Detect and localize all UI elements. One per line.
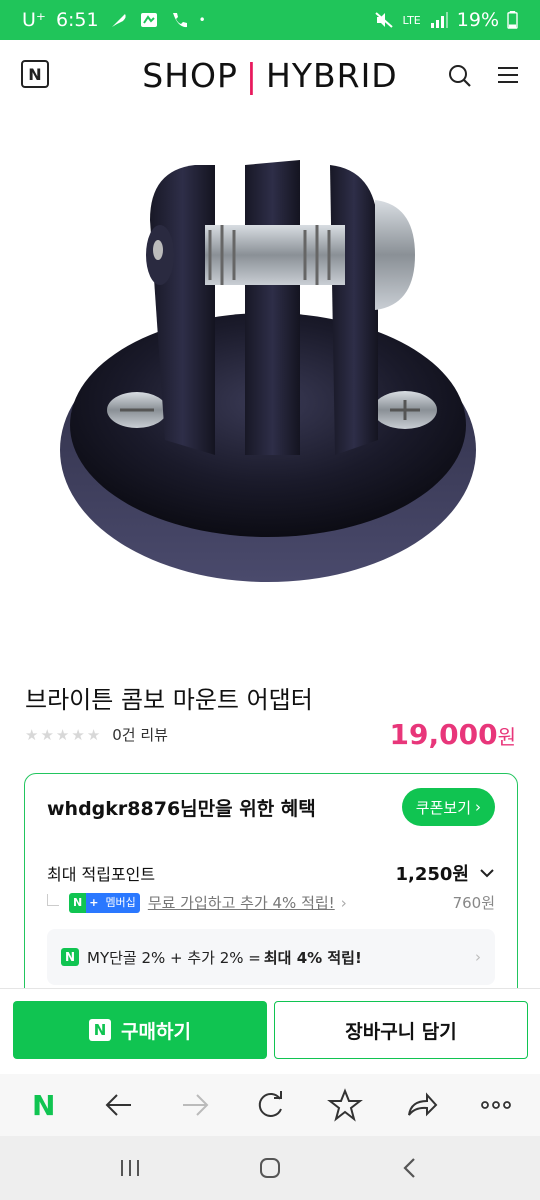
badge-n: N [69, 892, 87, 913]
search-icon[interactable] [448, 64, 472, 88]
rating-row[interactable]: ★ ★ ★ ★ ★ 0건 리뷰 [25, 724, 168, 745]
badge-text: 멤버십 [101, 892, 140, 913]
back-icon[interactable] [390, 1148, 430, 1188]
buy-button[interactable]: N 구매하기 [13, 1001, 267, 1059]
purchase-bar: N 구매하기 장바구니 담기 [0, 988, 540, 1074]
forward-arrow-icon[interactable] [175, 1085, 215, 1125]
naver-home-icon[interactable]: N [24, 1085, 64, 1125]
add-to-cart-button[interactable]: 장바구니 담기 [274, 1001, 528, 1059]
battery-icon [507, 11, 518, 29]
price-unit: 원 [497, 725, 516, 749]
star-icon: ★ [40, 725, 54, 744]
star-icon: ★ [71, 725, 85, 744]
brand-separator: | [245, 56, 259, 95]
dot-icon: • [198, 13, 206, 27]
price-value: 19,000 [389, 718, 498, 751]
carrier-label: U⁺ [22, 9, 46, 31]
share-icon[interactable] [401, 1085, 441, 1125]
time-label: 6:51 [55, 9, 99, 31]
status-bar: U⁺ 6:51 • LTE 19% [0, 0, 540, 40]
points-row[interactable]: 최대 적립포인트 1,250원 [47, 860, 495, 886]
coupon-label: 쿠폰보기 [415, 798, 471, 817]
naver-pay-icon: N [89, 1019, 112, 1041]
signal-icon [430, 12, 448, 28]
back-arrow-icon[interactable] [99, 1085, 139, 1125]
star-icon: ★ [25, 725, 39, 744]
brand-right: HYBRID [266, 56, 398, 95]
membership-points: 760원 [452, 894, 495, 912]
star-icon: ★ [55, 725, 70, 744]
store-header: N SHOP | HYBRID [0, 40, 540, 110]
more-options-icon[interactable] [476, 1085, 516, 1125]
home-icon[interactable] [250, 1148, 290, 1188]
product-image[interactable] [0, 110, 540, 660]
naver-n-icon: N [61, 948, 79, 966]
feather-icon [111, 14, 126, 27]
phone-icon [172, 13, 187, 28]
points-label: 최대 적립포인트 [47, 865, 156, 884]
chevron-right-icon: › [340, 893, 347, 912]
browser-toolbar: N [0, 1074, 540, 1136]
membership-row[interactable]: N + 멤버십 무료 가입하고 추가 4% 적립! › 760원 [47, 892, 495, 913]
review-count[interactable]: 0건 리뷰 [112, 724, 168, 745]
recent-apps-icon[interactable] [110, 1148, 150, 1188]
app-notification-icon [140, 13, 157, 27]
chevron-right-icon: › [475, 948, 481, 966]
star-icon: ★ [86, 725, 101, 744]
battery-label: 19% [456, 9, 499, 31]
brand-left: SHOP [142, 56, 238, 95]
bookmark-star-icon[interactable] [325, 1085, 365, 1125]
buy-label: 구매하기 [121, 1020, 191, 1043]
coupon-button[interactable]: 쿠폰보기 › [401, 788, 495, 826]
mydan-bold: 최대 4% 적립! [263, 948, 362, 967]
benefit-card: whdgkr8876님만을 위한 혜택 쿠폰보기 › 최대 적립포인트 1,25… [24, 773, 518, 1013]
refresh-icon[interactable] [250, 1085, 290, 1125]
mute-icon [375, 12, 394, 28]
membership-signup-link[interactable]: 무료 가입하고 추가 4% 적립! [148, 892, 335, 913]
product-price: 19,000원 [390, 718, 516, 751]
nplus-membership-badge: N + 멤버십 [69, 892, 140, 913]
benefit-title: whdgkr8876님만을 위한 혜택 [47, 798, 316, 820]
menu-icon[interactable] [497, 65, 519, 85]
mydan-prefix: MY단골 2% + 추가 2% = [87, 948, 261, 967]
system-nav-bar [0, 1136, 540, 1200]
chevron-right-icon: › [475, 798, 481, 816]
product-title: 브라이튼 콤보 마운트 어댑터 [25, 686, 313, 714]
points-value: 1,250원 [395, 864, 470, 885]
badge-plus: + [86, 892, 102, 913]
tree-connector [47, 893, 59, 906]
mydan-banner[interactable]: N MY단골 2% + 추가 2% = 최대 4% 적립! › [47, 929, 495, 985]
chevron-down-icon[interactable] [479, 867, 495, 879]
network-label: LTE [402, 13, 421, 27]
